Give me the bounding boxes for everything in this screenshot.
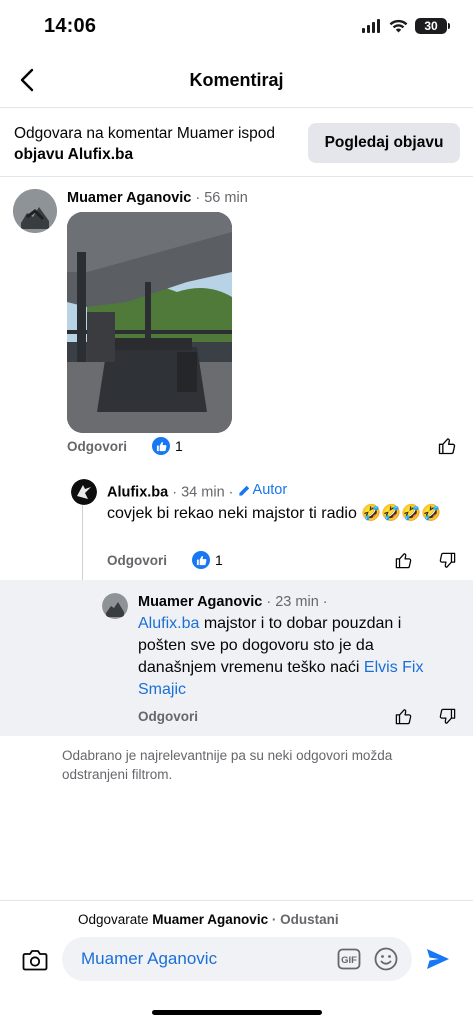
emoji-button[interactable]	[373, 946, 399, 972]
comment-input-value[interactable]: Muamer Aganovic	[81, 949, 217, 969]
svg-text:GIF: GIF	[341, 955, 357, 966]
comment-text: Alufix.ba majstor i to dobar pouzdan i p…	[138, 613, 453, 701]
battery-level: 30	[424, 19, 438, 33]
terrace-photo	[67, 212, 232, 433]
thumbs-up-button[interactable]	[392, 549, 414, 571]
reply-context-text: Odgovara na komentar Muamer ispod objavu…	[14, 123, 304, 165]
avatar[interactable]	[71, 479, 97, 505]
like-count-value: 1	[175, 438, 183, 454]
thumbs-down-icon	[439, 552, 455, 568]
comment-photo[interactable]	[67, 212, 232, 433]
thumbs-up-icon	[395, 708, 411, 724]
comment-header: Muamer Aganovic · 23 min ·	[138, 594, 328, 610]
comment-author[interactable]: Muamer Aganovic	[67, 190, 191, 206]
like-reaction-icon	[152, 437, 170, 455]
comment-input[interactable]: Muamer Aganovic GIF	[62, 937, 412, 981]
like-count: 1	[152, 437, 183, 455]
camera-icon	[22, 950, 48, 971]
view-post-button[interactable]: Pogledaj objavu	[308, 123, 460, 163]
author-badge-label: Autor	[252, 482, 288, 498]
send-button[interactable]	[424, 945, 452, 973]
avatar-photo	[13, 189, 57, 233]
thumbs-down-icon	[439, 708, 455, 724]
like-count-value: 1	[215, 552, 223, 568]
home-indicator	[152, 1010, 322, 1015]
comment-header: Muamer Aganovic · 56 min	[67, 190, 248, 206]
reply-context-prefix: Odgovara na komentar Muamer ispod	[14, 125, 276, 142]
cancel-reply-button[interactable]: · Odustani	[268, 912, 339, 927]
thumbs-up-button[interactable]	[392, 705, 414, 727]
replying-prefix: Odgovarate	[78, 912, 153, 927]
nav-bar: Komentiraj	[0, 52, 473, 108]
comment-time: · 34 min ·	[168, 484, 238, 501]
comment-author[interactable]: Muamer Aganovic	[138, 594, 262, 610]
avatar[interactable]	[13, 189, 57, 233]
author-badge: Autor	[238, 482, 288, 498]
avatar-photo	[102, 593, 128, 619]
reply-button[interactable]: Odgovori	[107, 553, 167, 568]
wifi-icon	[389, 19, 408, 33]
reply-button[interactable]: Odgovori	[138, 709, 198, 724]
mention-link[interactable]: Alufix.ba	[138, 615, 199, 632]
signal-icon	[362, 19, 380, 33]
send-icon	[427, 949, 449, 969]
thumbs-down-button[interactable]	[436, 705, 458, 727]
comment-header: Alufix.ba · 34 min · Autor	[107, 482, 287, 501]
page-title: Komentiraj	[189, 70, 284, 90]
like-reaction-icon	[192, 551, 210, 569]
like-count: 1	[192, 551, 223, 569]
thumbs-down-button[interactable]	[436, 549, 458, 571]
gif-button[interactable]: GIF	[336, 946, 362, 972]
replying-to-bar: Odgovarate Muamer Aganovic · Odustani	[78, 912, 339, 927]
gif-icon: GIF	[337, 948, 361, 970]
emoji-icon	[374, 947, 398, 971]
comment-author[interactable]: Alufix.ba	[107, 485, 168, 501]
avatar[interactable]	[102, 593, 128, 619]
comment-text: covjek bi rekao neki majstor ti radio 🤣🤣…	[107, 505, 442, 522]
reply-context-post: objavu Alufix.ba	[14, 146, 134, 163]
replying-name: Muamer Aganovic	[152, 912, 269, 927]
thumbs-up-button[interactable]	[436, 435, 458, 457]
reply-button[interactable]: Odgovori	[67, 439, 127, 454]
battery-icon: 30	[415, 18, 450, 34]
status-time: 14:06	[44, 15, 97, 37]
thumbs-up-icon	[395, 552, 411, 568]
filter-note: Odabrano je najrelevantnije pa su neki o…	[62, 748, 393, 782]
alufix-logo	[71, 479, 97, 505]
comment-time: · 23 min ·	[262, 594, 328, 610]
camera-button[interactable]	[20, 945, 50, 975]
comment-time: · 56 min	[191, 190, 248, 206]
reply-context-banner: Odgovara na komentar Muamer ispod objavu…	[0, 109, 473, 177]
comment-composer: Odgovarate Muamer Aganovic · Odustani Mu…	[0, 900, 473, 1024]
thumbs-up-icon	[438, 438, 456, 455]
status-icons: 30	[362, 18, 450, 34]
status-bar: 14:06 30	[0, 0, 473, 52]
pencil-icon	[238, 485, 249, 496]
